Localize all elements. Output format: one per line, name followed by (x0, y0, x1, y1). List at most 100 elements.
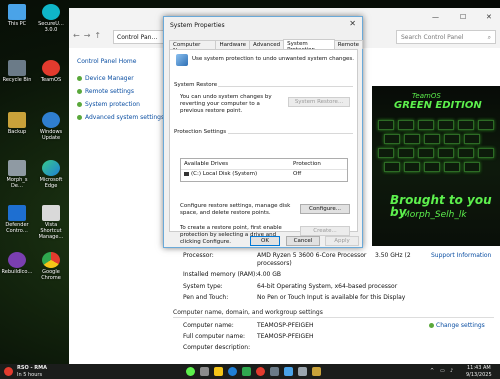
desktop-icon-recycle-bin[interactable]: Recycle Bin (0, 60, 34, 84)
group-divider (228, 133, 353, 134)
banner-edition: GREEN EDITION (394, 100, 482, 111)
tab-hardware[interactable]: Hardware (215, 40, 250, 49)
shield-icon (77, 89, 82, 94)
change-settings-link[interactable]: Change settings (429, 322, 485, 329)
banner-author: Morph_Selh_lk (402, 210, 467, 220)
control-panel-icon[interactable] (270, 367, 279, 376)
teamos-icon (42, 60, 60, 76)
search-icon[interactable] (200, 367, 209, 376)
apply-button[interactable]: Apply (325, 236, 359, 246)
up-icon[interactable]: ↑ (94, 31, 101, 40)
tab-system-protection[interactable]: System Protection (283, 39, 335, 53)
remote-settings-link[interactable]: Remote settings (77, 88, 169, 95)
intro-text: Use system protection to undo unwanted s… (192, 56, 354, 62)
tab-remote[interactable]: Remote (333, 40, 363, 49)
clock-date[interactable]: 9/13/2025 (466, 372, 492, 378)
close-icon[interactable]: ✕ (349, 19, 356, 28)
file-explorer-icon[interactable] (214, 367, 223, 376)
support-information-link[interactable]: Support Information (431, 252, 491, 259)
drive-row[interactable]: (C:) Local Disk (System) (184, 171, 257, 177)
document-icon (8, 160, 26, 176)
search-input[interactable]: Search Control Panel ⌕ (396, 30, 496, 44)
desktop-icon-teamos[interactable]: TeamOS (34, 60, 68, 84)
desktop-icon-backup[interactable]: Backup (0, 112, 34, 136)
drives-list[interactable]: Available Drives Protection (C:) Local D… (180, 158, 348, 182)
volume-icon[interactable]: ♪ (450, 368, 453, 374)
drive-protection-state: Off (293, 171, 302, 177)
desktop-icon-this-pc[interactable]: This PC (0, 4, 34, 28)
maximize-icon[interactable]: ☐ (460, 13, 466, 21)
app-icon[interactable] (298, 367, 307, 376)
configure-button[interactable]: Configure... (300, 204, 350, 214)
system-properties-dialog: System Properties ✕ Computer Name Hardwa… (163, 16, 363, 248)
shield-icon (77, 115, 82, 120)
forward-icon[interactable]: → (84, 31, 91, 40)
system-icon[interactable] (284, 367, 293, 376)
shortcut-icon (42, 205, 60, 221)
notification-icon[interactable] (4, 367, 13, 376)
shield-icon (8, 205, 26, 221)
column-header-drives: Available Drives (184, 161, 229, 167)
system-protection-icon (176, 54, 188, 66)
cancel-button[interactable]: Cancel (286, 236, 320, 246)
desktop-icon-chrome[interactable]: Google Chrome (34, 252, 68, 282)
system-protection-panel: Use system protection to undo unwanted s… (169, 49, 358, 245)
system-restore-text: You can undo system changes by reverting… (180, 94, 272, 115)
app-icon[interactable] (312, 367, 321, 376)
tab-computer-name[interactable]: Computer Name (169, 40, 217, 54)
rebuild-icon (8, 252, 26, 268)
desktop-icon-rebuildicons[interactable]: RebuildIco… (0, 252, 34, 276)
system-protection-link[interactable]: System protection (77, 101, 169, 108)
notification-title: RSO - RMA (17, 365, 47, 371)
system-restore-button[interactable]: System Restore... (288, 97, 350, 107)
configure-text: Configure restore settings, manage disk … (180, 203, 291, 217)
device-manager-link[interactable]: Device Manager (77, 75, 169, 82)
backup-icon (8, 112, 26, 128)
search-placeholder: Search Control Panel (401, 34, 464, 41)
banner-brand: TeamOS (412, 92, 441, 100)
group-divider (218, 86, 353, 87)
dialog-title: System Properties (170, 22, 225, 29)
chrome-icon[interactable] (256, 367, 265, 376)
column-header-protection: Protection (293, 161, 321, 167)
drive-icon (184, 171, 189, 176)
dialog-tabs: Computer Name Hardware Advanced System P… (169, 39, 363, 54)
address-bar[interactable]: Control Pan… (113, 30, 165, 44)
monitor-icon (8, 4, 26, 20)
control-panel-home-link[interactable]: Control Panel Home (77, 58, 169, 65)
tab-advanced[interactable]: Advanced (249, 40, 285, 49)
header-divider (181, 169, 347, 170)
network-icon[interactable]: ▭ (440, 368, 445, 374)
desktop-icon-defender-control[interactable]: Defender Contro… (0, 205, 34, 235)
desktop-icon-secureuxtheme[interactable]: SecureU… 3.0.0 (34, 4, 68, 34)
notification-subtitle: In 5 hours (17, 372, 43, 378)
section-divider (173, 317, 494, 318)
protection-settings-heading: Protection Settings (174, 129, 227, 135)
back-icon[interactable]: ← (73, 31, 80, 40)
clock-time[interactable]: 11:43 AM (467, 365, 491, 371)
desktop-icon-morph[interactable]: Morph_s De… (0, 160, 34, 190)
desktop-icon-windows-update[interactable]: Windows Update (34, 112, 68, 142)
start-icon[interactable] (186, 367, 195, 376)
search-icon: ⌕ (487, 34, 491, 41)
desktop-icon-vista-shortcut[interactable]: Vista Shortcut Manage… (34, 205, 68, 240)
edge-icon (42, 160, 60, 176)
system-restore-heading: System Restore (174, 82, 218, 88)
update-icon (42, 112, 60, 128)
address-text: Control Pan… (117, 34, 158, 41)
store-icon[interactable] (242, 367, 251, 376)
app-icon (42, 4, 60, 20)
minimize-icon[interactable]: — (432, 13, 439, 21)
nav-buttons: ← → ↑ (73, 31, 101, 40)
keyboard-art (378, 120, 494, 186)
close-icon[interactable]: ✕ (486, 13, 492, 21)
edge-icon[interactable] (228, 367, 237, 376)
desktop-icon-edge[interactable]: Microsoft Edge (34, 160, 68, 190)
advanced-system-settings-link[interactable]: Advanced system settings (77, 114, 169, 121)
create-button[interactable]: Create... (300, 226, 350, 236)
left-pane: Control Panel Home Device Manager Remote… (77, 58, 169, 127)
create-text: To create a restore point, first enable … (180, 225, 282, 246)
shield-icon (77, 76, 82, 81)
tray-chevron-icon[interactable]: ^ (430, 368, 434, 374)
ok-button[interactable]: OK (250, 236, 280, 246)
